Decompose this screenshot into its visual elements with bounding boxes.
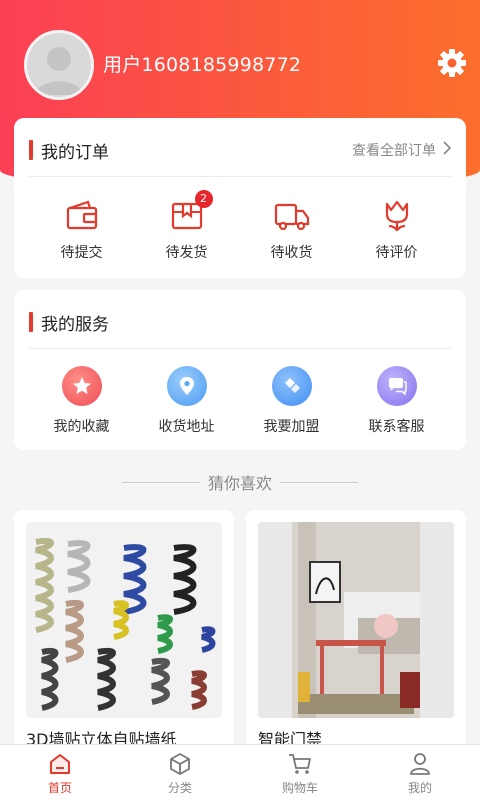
title-accent-bar	[29, 140, 33, 160]
services-title: 我的服务	[29, 310, 109, 335]
order-status-label: 待发货	[165, 245, 208, 261]
divider-line	[121, 481, 200, 483]
product-image-springs	[26, 522, 222, 718]
username: 用户1608185998772	[103, 54, 302, 76]
star-icon	[61, 366, 102, 406]
chat-icon	[376, 366, 417, 406]
divider	[29, 176, 451, 177]
order-status-label: 待评价	[375, 245, 418, 261]
settings-gear-icon[interactable]	[436, 47, 468, 79]
view-all-orders-label: 查看全部订单	[352, 143, 436, 159]
service-row: 我的收藏 收货地址 我要加盟 联系客服	[14, 366, 466, 444]
user-icon	[407, 752, 433, 776]
order-pending-review[interactable]: 待评价	[344, 196, 449, 266]
services-title-text: 我的服务	[41, 314, 109, 335]
cube-icon	[167, 752, 193, 776]
order-status-row: 待提交 2 待发货 待收货 待评价	[14, 190, 466, 266]
tab-cart[interactable]: 购物车	[240, 745, 360, 800]
order-status-label: 待提交	[60, 245, 103, 261]
truck-icon	[272, 196, 312, 236]
service-join[interactable]: 我要加盟	[239, 366, 344, 444]
orders-title: 我的订单	[29, 138, 109, 163]
order-pending-ship[interactable]: 2 待发货	[134, 190, 239, 266]
service-label: 联系客服	[368, 419, 425, 435]
product-card[interactable]: 3D墙贴立体自贴墙纸	[14, 510, 234, 750]
tab-category[interactable]: 分类	[120, 745, 240, 800]
handshake-icon	[271, 366, 312, 406]
tab-home[interactable]: 首页	[0, 745, 120, 800]
tab-label: 首页	[47, 781, 72, 795]
orders-title-text: 我的订单	[41, 142, 109, 163]
cart-icon	[287, 752, 313, 776]
location-pin-icon	[166, 366, 207, 406]
divider	[29, 348, 451, 349]
divider-line	[280, 481, 358, 483]
order-pending-submit[interactable]: 待提交	[29, 196, 134, 266]
product-card[interactable]: 智能门禁	[246, 510, 466, 750]
service-label: 我的收藏	[53, 419, 110, 435]
package-icon: 2	[167, 190, 213, 236]
notification-badge: 2	[194, 190, 213, 208]
tab-label: 购物车	[281, 781, 318, 795]
product-image-interior	[258, 522, 454, 718]
bottom-tab-bar: 首页 分类 购物车 我的	[0, 744, 480, 800]
wallet-icon	[62, 196, 102, 236]
services-card: 我的服务 我的收藏 收货地址 我要加盟 联系客服	[14, 290, 466, 450]
avatar[interactable]	[24, 30, 94, 100]
tab-label: 我的	[407, 781, 432, 795]
tab-mine[interactable]: 我的	[360, 745, 480, 800]
tab-label: 分类	[167, 781, 192, 795]
recommend-heading: 猜你喜欢	[0, 470, 480, 494]
home-icon	[47, 752, 73, 776]
service-label: 我要加盟	[263, 419, 320, 435]
chevron-right-icon	[442, 141, 452, 159]
order-status-label: 待收货	[270, 245, 313, 261]
flower-icon	[377, 196, 417, 236]
service-customer-support[interactable]: 联系客服	[344, 366, 449, 444]
orders-card: 我的订单 查看全部订单 待提交 2 待发货 待收货 待评价	[14, 118, 466, 278]
service-favorites[interactable]: 我的收藏	[29, 366, 134, 444]
service-label: 收货地址	[158, 419, 215, 435]
title-accent-bar	[29, 312, 33, 332]
view-all-orders-link[interactable]: 查看全部订单	[352, 140, 452, 160]
order-pending-receive[interactable]: 待收货	[239, 196, 344, 266]
recommend-title: 猜你喜欢	[207, 474, 272, 493]
service-address[interactable]: 收货地址	[134, 366, 239, 444]
